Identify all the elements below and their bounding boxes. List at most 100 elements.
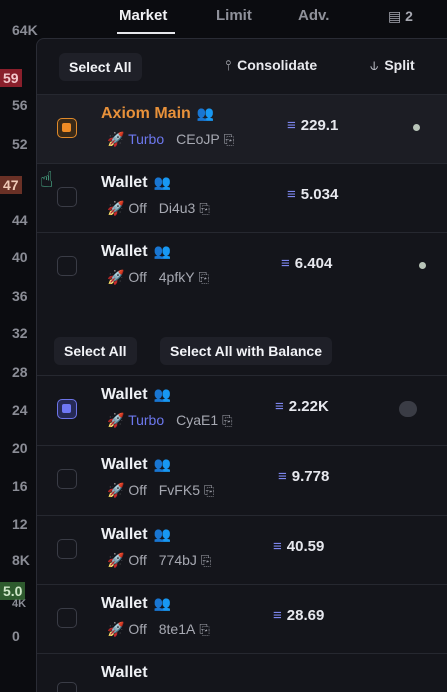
wallet-name: Wallet 👥 (101, 456, 171, 474)
merge-icon: ⫯ (225, 57, 232, 73)
consolidate-button[interactable]: ⫯ Consolidate (225, 57, 317, 74)
wallet-balance-value: 28.69 (286, 607, 325, 624)
select-all-button-2[interactable]: Select All (54, 337, 137, 365)
axis-label: 36 (12, 288, 28, 304)
wallet-name: Axiom Main 👥 (101, 105, 214, 123)
axis-label: 24 (12, 402, 28, 418)
wallet-count-button[interactable]: ▤ 2 (388, 8, 413, 25)
solana-icon: ≡ (287, 186, 296, 203)
wallet-name-text: Wallet (101, 243, 148, 260)
wallet-checkbox[interactable] (57, 399, 77, 419)
wallet-row[interactable]: Wallet 👥 🚀 Off Di4u3 ⎘ ≡ 5.034 (37, 164, 447, 232)
wallet-row[interactable]: Axiom Main 👥 🚀 Turbo CEoJP ⎘ ≡ 229.1 (37, 95, 447, 163)
wallet-balance: ≡ 229.1 (287, 117, 338, 134)
copy-icon[interactable]: ⎘ (199, 201, 209, 216)
axis-label: 52 (12, 136, 28, 152)
axis-price-tag-red: 59 (0, 69, 22, 87)
people-icon: 👥 (153, 243, 171, 259)
solana-icon: ≡ (278, 468, 287, 485)
people-icon: 👥 (196, 105, 215, 121)
tab-adv[interactable]: Adv. (298, 7, 329, 24)
wallet-checkbox[interactable] (57, 469, 77, 489)
copy-icon[interactable]: ⎘ (204, 483, 214, 498)
solana-icon: ≡ (273, 607, 282, 624)
axis-label: 16 (12, 478, 28, 494)
rocket-icon: 🚀 (107, 412, 125, 428)
wallet-mode: 🚀 Off (107, 269, 147, 285)
wallet-name-text: Wallet (101, 456, 148, 473)
copy-icon[interactable]: ⎘ (201, 553, 211, 568)
wallet-id: CEoJP (176, 131, 220, 147)
wallet-id: Di4u3 (158, 200, 196, 216)
copy-icon[interactable]: ⎘ (199, 622, 209, 637)
select-all-button[interactable]: Select All (59, 53, 142, 81)
rocket-icon: 🚀 (107, 269, 125, 285)
wallet-row[interactable]: Wallet 👥 🚀 Off 4pfkY ⎘ ≡ 6.404 (37, 233, 447, 301)
wallet-toggle[interactable] (399, 401, 417, 417)
wallet-id: 774bJ (158, 552, 197, 568)
wallet-name-text: Wallet (101, 595, 148, 612)
wallet-row[interactable]: Wallet 👥 🚀 Turbo CyaE1 ⎘ ≡ 2.22K (37, 376, 447, 444)
wallet-name: Wallet 👥 (101, 386, 171, 404)
solana-icon: ≡ (287, 117, 296, 134)
wallet-balance-value: 40.59 (286, 538, 325, 555)
wallet-mode: 🚀 Off (107, 200, 147, 216)
tab-market[interactable]: Market (119, 7, 167, 24)
order-type-tabs: Market Limit Adv. ▤ 2 (100, 0, 447, 36)
select-all-with-balance-button[interactable]: Select All with Balance (160, 337, 332, 365)
wallet-sub: 🚀 Off FvFK5 ⎘ (107, 482, 214, 499)
wallet-checkbox[interactable] (57, 187, 77, 207)
wallet-sub: 🚀 Off 8te1A ⎘ (107, 621, 210, 638)
status-dot (413, 124, 420, 131)
axis-label: 12 (12, 516, 28, 532)
wallet-row[interactable]: Wallet 👥 🚀 Off 8te1A ⎘ ≡ 28.69 (37, 585, 447, 653)
hand-cursor-icon: ☝ (40, 167, 54, 192)
wallet-balance-value: 2.22K (288, 398, 329, 415)
wallet-balance: ≡ 28.69 (273, 607, 324, 624)
wallet-balance-value: 5.034 (300, 186, 339, 203)
wallet-balance-value: 229.1 (300, 117, 339, 134)
split-button[interactable]: ⫝ Split (370, 57, 415, 74)
wallet-name-text: Wallet (101, 386, 148, 403)
split-label: Split (384, 57, 415, 73)
wallet-mode: 🚀 Turbo (107, 412, 164, 428)
wallet-balance: ≡ 6.404 (281, 255, 332, 272)
wallet-row[interactable]: Wallet (37, 654, 447, 692)
copy-icon[interactable]: ⎘ (222, 413, 232, 428)
wallet-name: Wallet (101, 664, 148, 682)
axis-price-tag-brown: 47 (0, 176, 22, 194)
wallet-balance: ≡ 40.59 (273, 538, 324, 555)
wallet-mode-text: Off (128, 200, 147, 216)
wallet-name-text: Wallet (101, 174, 148, 191)
axis-label: 32 (12, 325, 28, 341)
wallet-id: 4pfkY (158, 269, 195, 285)
axis-label: 56 (12, 97, 28, 113)
wallet-row[interactable]: Wallet 👥 🚀 Off FvFK5 ⎘ ≡ 9.778 (37, 446, 447, 514)
axis-label: 44 (12, 212, 28, 228)
status-dot (419, 262, 426, 269)
people-icon: 👥 (153, 456, 171, 472)
wallet-mode-text: Off (128, 269, 147, 285)
wallet-checkbox[interactable] (57, 118, 77, 138)
wallet-sub: 🚀 Off Di4u3 ⎘ (107, 200, 210, 217)
wallet-checkbox[interactable] (57, 608, 77, 628)
wallet-sub: 🚀 Off 4pfkY ⎘ (107, 269, 209, 286)
wallet-mode-text: Off (128, 552, 147, 568)
wallet-mode-text: Turbo (128, 131, 165, 147)
tab-limit[interactable]: Limit (216, 7, 252, 24)
consolidate-label: Consolidate (237, 57, 318, 73)
wallet-name: Wallet 👥 (101, 243, 171, 261)
axis-label: 40 (12, 249, 28, 265)
wallet-row[interactable]: Wallet 👥 🚀 Off 774bJ ⎘ ≡ 40.59 (37, 516, 447, 584)
rocket-icon: 🚀 (107, 552, 125, 568)
axis-label: 4K (12, 598, 27, 610)
wallet-name-text: Wallet (101, 526, 148, 543)
wallet-id: 8te1A (158, 621, 196, 637)
wallet-balance-value: 6.404 (294, 255, 333, 272)
copy-icon[interactable]: ⎘ (224, 132, 234, 147)
rocket-icon: 🚀 (107, 131, 125, 147)
wallet-checkbox[interactable] (57, 256, 77, 276)
people-icon: 👥 (153, 526, 171, 542)
copy-icon[interactable]: ⎘ (199, 270, 209, 285)
wallet-checkbox[interactable] (57, 539, 77, 559)
